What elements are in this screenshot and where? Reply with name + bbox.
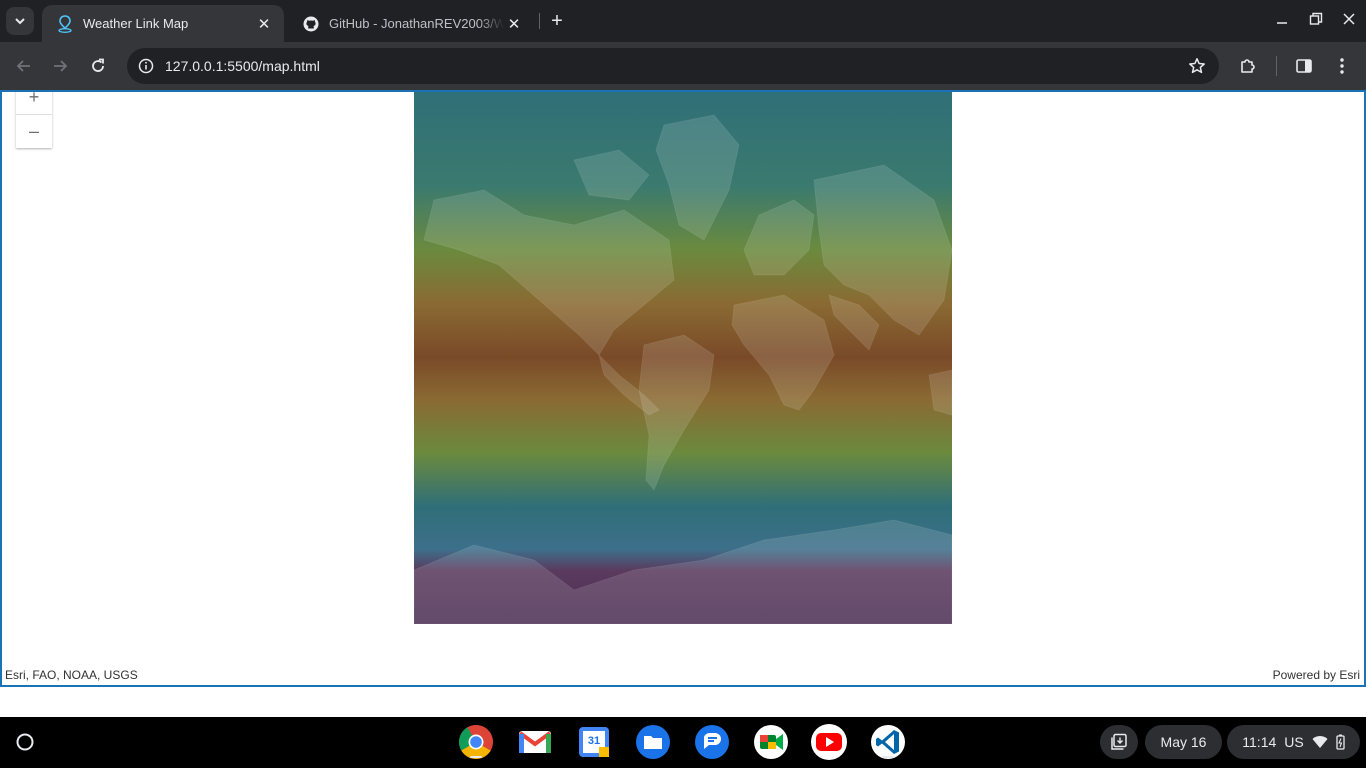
menu-button[interactable] bbox=[1330, 54, 1354, 78]
zoom-in-button[interactable]: + bbox=[16, 92, 52, 114]
minimize-icon bbox=[1277, 22, 1287, 24]
world-temperature-map[interactable] bbox=[414, 90, 952, 624]
github-icon bbox=[302, 15, 320, 33]
side-panel-icon bbox=[1296, 59, 1312, 73]
battery-icon bbox=[1336, 734, 1345, 750]
tab-github[interactable]: GitHub - JonathanREV2003/Wa ✕ bbox=[288, 5, 534, 42]
shelf-app-meet[interactable] bbox=[752, 723, 790, 761]
clock-text: 11:14 bbox=[1242, 734, 1277, 750]
shelf-app-vscode[interactable] bbox=[869, 723, 907, 761]
arrow-left-icon bbox=[16, 60, 30, 72]
minimize-button[interactable] bbox=[1267, 6, 1297, 32]
locale-text: US bbox=[1284, 734, 1304, 750]
date-text: May 16 bbox=[1160, 734, 1207, 750]
attribution-sources[interactable]: Esri, FAO, NOAA, USGS bbox=[5, 668, 138, 682]
map-pin-icon bbox=[56, 14, 74, 33]
url-text[interactable]: 127.0.0.1:5500/map.html bbox=[165, 58, 320, 74]
restore-button[interactable] bbox=[1301, 6, 1331, 32]
new-tab-button[interactable]: + bbox=[545, 9, 569, 33]
date-tray[interactable]: May 16 bbox=[1145, 725, 1222, 759]
reload-icon bbox=[92, 58, 104, 72]
plus-icon: + bbox=[551, 9, 563, 32]
chrome-icon bbox=[459, 725, 493, 759]
zoom-out-button[interactable]: – bbox=[16, 114, 52, 148]
shelf-app-messages[interactable] bbox=[693, 723, 731, 761]
more-vert-icon bbox=[1340, 58, 1344, 74]
site-info-icon[interactable] bbox=[135, 55, 157, 77]
reload-button[interactable] bbox=[84, 52, 112, 80]
close-window-button[interactable] bbox=[1334, 6, 1364, 32]
launcher-button[interactable] bbox=[9, 726, 41, 758]
system-shelf: 31 May 16 11:14 US bbox=[0, 717, 1366, 768]
shelf-app-gmail[interactable] bbox=[516, 723, 554, 761]
close-tab-icon[interactable]: ✕ bbox=[254, 14, 274, 34]
close-tab-icon[interactable]: ✕ bbox=[504, 14, 524, 34]
calendar-day: 31 bbox=[587, 735, 601, 747]
puzzle-icon bbox=[1241, 59, 1255, 73]
back-button[interactable] bbox=[10, 52, 38, 80]
map-attribution: Esri, FAO, NOAA, USGS Powered by Esri bbox=[2, 665, 1364, 685]
running-indicator bbox=[882, 756, 894, 758]
vscode-icon bbox=[871, 725, 905, 759]
tab-title: GitHub - JonathanREV2003/Wa bbox=[329, 16, 504, 31]
shelf-app-calendar[interactable]: 31 bbox=[575, 723, 613, 761]
arrow-right-icon bbox=[54, 60, 68, 72]
messages-icon bbox=[695, 725, 729, 759]
extensions-button[interactable] bbox=[1236, 54, 1260, 78]
tab-title: Weather Link Map bbox=[83, 16, 189, 31]
wifi-icon bbox=[1312, 736, 1328, 748]
map-view[interactable]: + – Esri, FAO, NOAA, USGS Powered by Esr… bbox=[0, 90, 1366, 687]
close-icon bbox=[1343, 13, 1355, 25]
bookmark-star-icon[interactable] bbox=[1187, 56, 1207, 76]
meet-icon bbox=[754, 725, 788, 759]
launcher-icon bbox=[16, 733, 34, 751]
restore-icon bbox=[1309, 12, 1323, 25]
files-icon bbox=[636, 725, 670, 759]
shelf-app-files[interactable] bbox=[634, 723, 672, 761]
tab-strip: Weather Link Map ✕ GitHub - JonathanREV2… bbox=[0, 0, 1366, 42]
status-tray[interactable]: 11:14 US bbox=[1227, 725, 1360, 759]
gmail-icon bbox=[518, 731, 552, 753]
youtube-icon bbox=[811, 724, 847, 760]
side-panel-button[interactable] bbox=[1292, 54, 1316, 78]
tab-search-button[interactable] bbox=[6, 7, 34, 35]
zoom-control: + – bbox=[16, 92, 52, 148]
tab-divider bbox=[539, 13, 540, 29]
tote-button[interactable] bbox=[1100, 725, 1138, 759]
tote-icon bbox=[1111, 733, 1127, 750]
toolbar-divider bbox=[1276, 56, 1277, 76]
browser-toolbar: 127.0.0.1:5500/map.html bbox=[0, 42, 1366, 90]
shelf-app-chrome[interactable] bbox=[457, 723, 495, 761]
running-indicator bbox=[470, 756, 482, 758]
shelf-app-youtube[interactable] bbox=[810, 723, 848, 761]
powered-by-esri[interactable]: Powered by Esri bbox=[1273, 668, 1360, 682]
address-bar[interactable]: 127.0.0.1:5500/map.html bbox=[127, 48, 1219, 84]
chevron-down-icon bbox=[15, 18, 25, 25]
page-viewport: + – Esri, FAO, NOAA, USGS Powered by Esr… bbox=[0, 90, 1366, 717]
tab-weather-link-map[interactable]: Weather Link Map ✕ bbox=[42, 5, 284, 42]
forward-button[interactable] bbox=[46, 52, 74, 80]
